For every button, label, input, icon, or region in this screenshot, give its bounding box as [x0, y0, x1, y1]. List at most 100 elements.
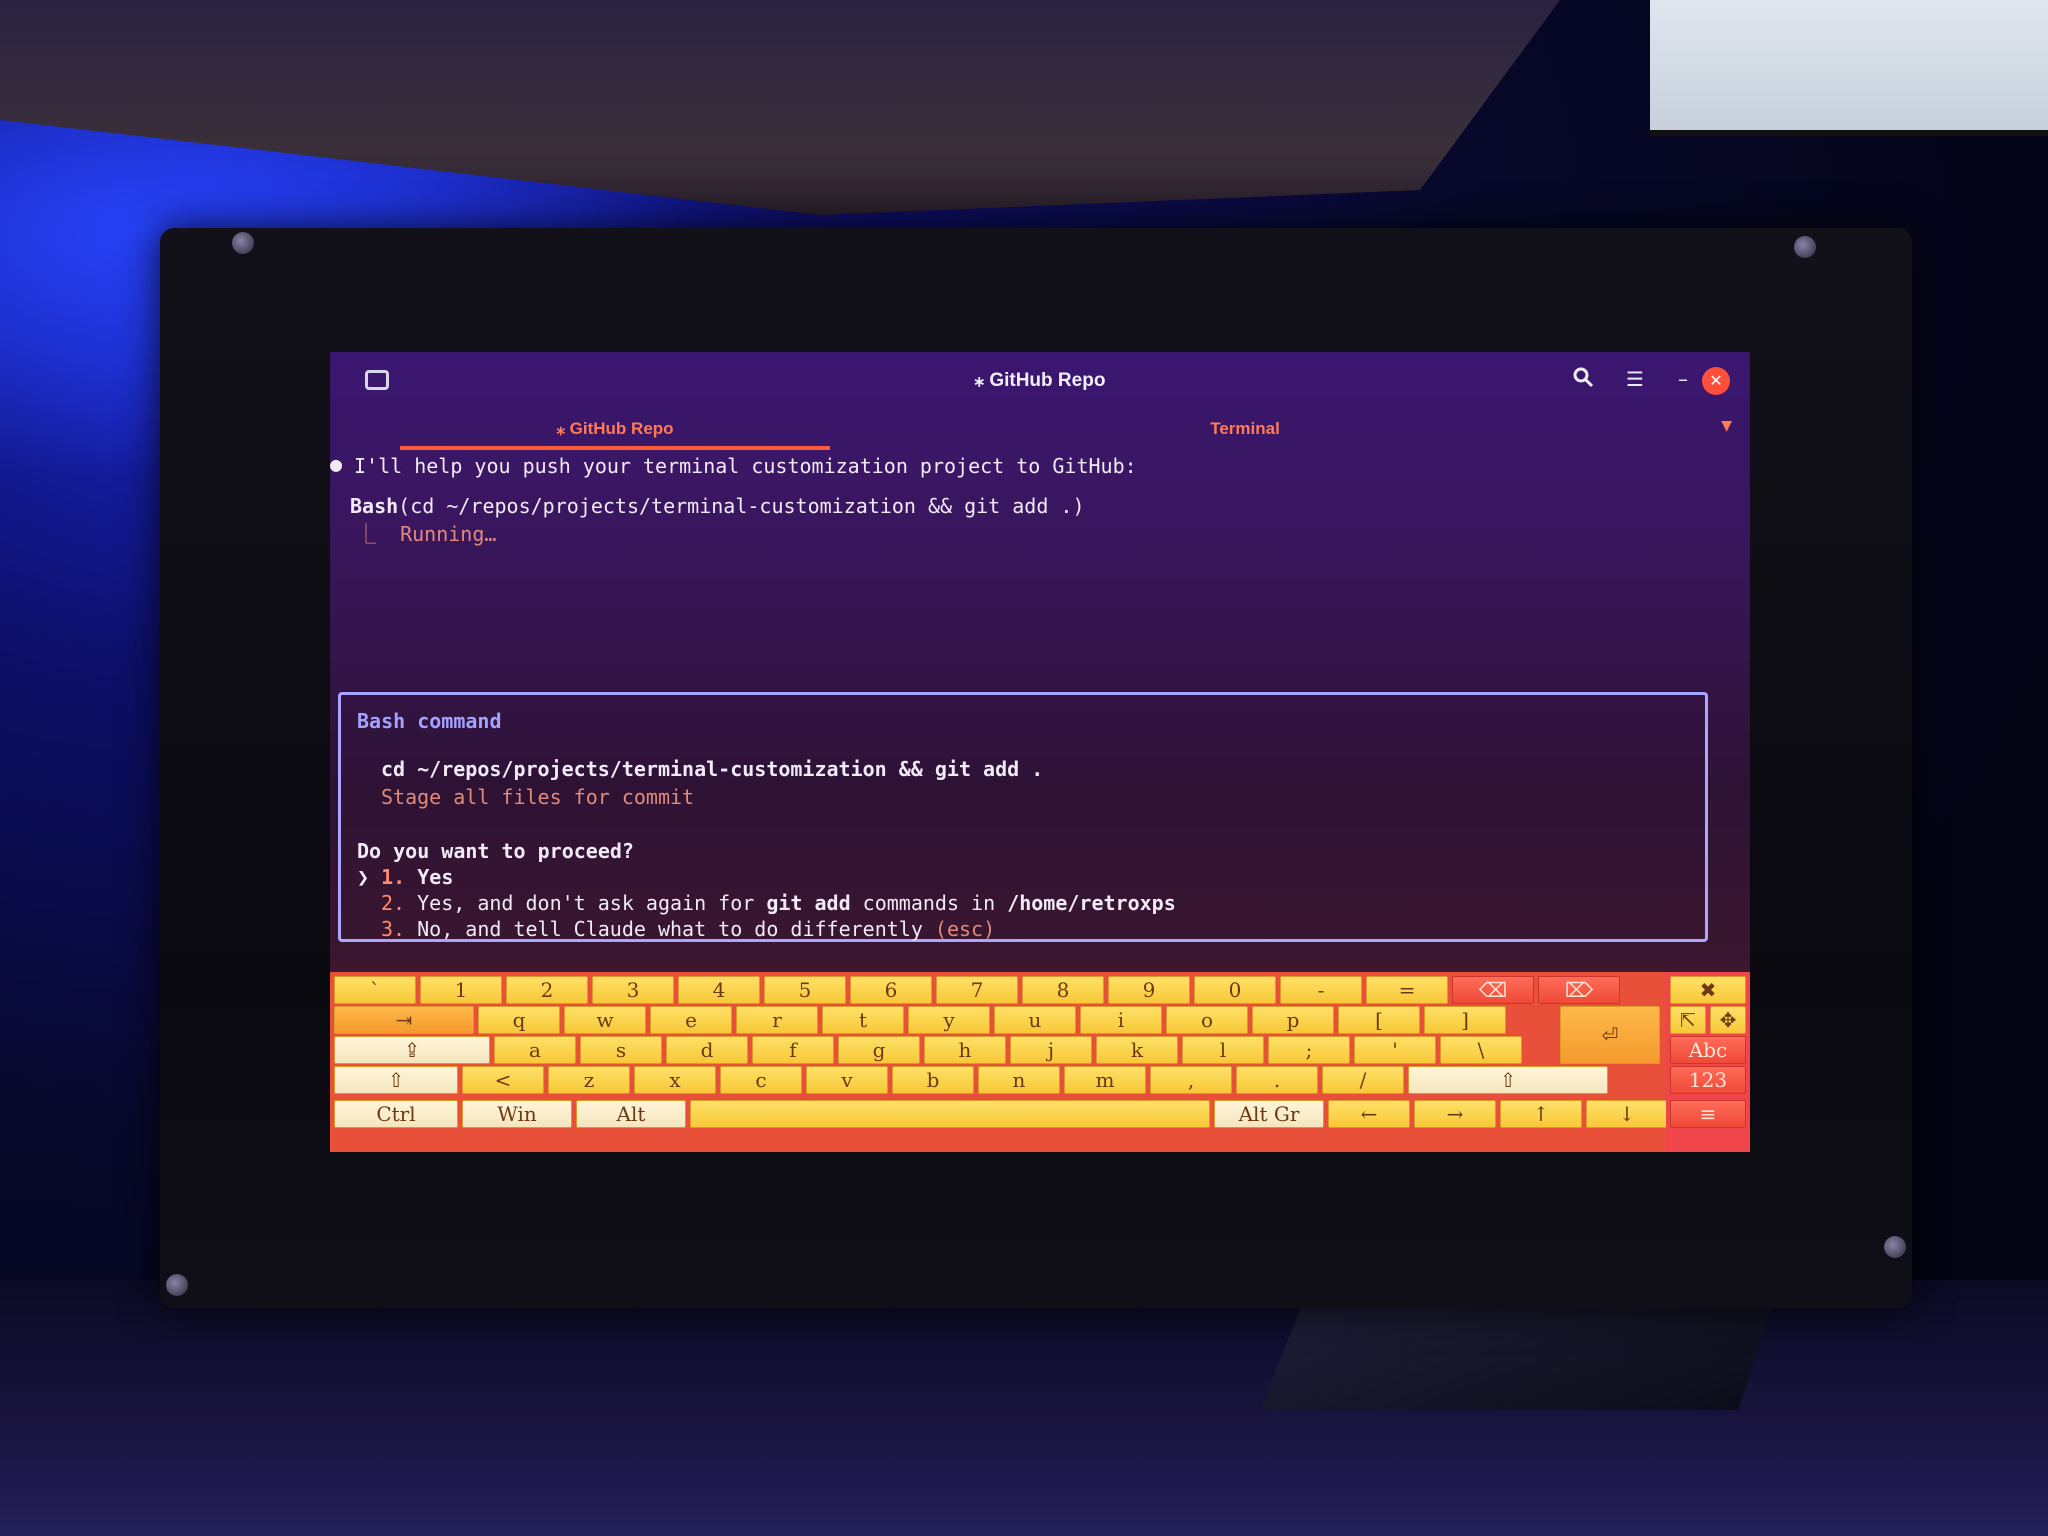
bash-call-prefix: Bash	[350, 494, 399, 518]
keyboard-menu-key[interactable]: ≡	[1670, 1100, 1746, 1128]
alt-gr-key[interactable]: Alt Gr	[1214, 1100, 1324, 1128]
right-arrow-key[interactable]: →	[1414, 1100, 1496, 1128]
slash-key[interactable]: /	[1322, 1066, 1404, 1094]
s-key[interactable]: s	[580, 1036, 662, 1064]
enter-key[interactable]: ⏎	[1560, 1006, 1660, 1064]
title-bar: ⁎ GitHub Repo ☰ – ✕	[330, 352, 1750, 408]
y-key[interactable]: y	[908, 1006, 990, 1034]
minus-key[interactable]: -	[1280, 976, 1362, 1004]
less-than-key[interactable]: <	[462, 1066, 544, 1094]
4-key[interactable]: 4	[678, 976, 760, 1004]
d-key[interactable]: d	[666, 1036, 748, 1064]
tab-terminal[interactable]: Terminal	[1030, 412, 1460, 450]
option-yes[interactable]: ❯ 1. Yes	[357, 865, 453, 889]
space-key[interactable]	[690, 1100, 1210, 1128]
1-key[interactable]: 1	[420, 976, 502, 1004]
right-bracket-key[interactable]: ]	[1424, 1006, 1506, 1034]
7-key[interactable]: 7	[936, 976, 1018, 1004]
left-shift-key[interactable]: ⇧	[334, 1066, 458, 1094]
m-key[interactable]: m	[1064, 1066, 1146, 1094]
left-arrow-key[interactable]: ←	[1328, 1100, 1410, 1128]
screw	[1794, 236, 1816, 258]
v-key[interactable]: v	[806, 1066, 888, 1094]
win-key[interactable]: Win	[462, 1100, 572, 1128]
k-key[interactable]: k	[1096, 1036, 1178, 1064]
e-key[interactable]: e	[650, 1006, 732, 1034]
dialog-question: Do you want to proceed?	[357, 839, 634, 863]
semicolon-key[interactable]: ;	[1268, 1036, 1350, 1064]
c-key[interactable]: c	[720, 1066, 802, 1094]
search-icon[interactable]	[1570, 366, 1596, 392]
l-key[interactable]: l	[1182, 1036, 1264, 1064]
h-key[interactable]: h	[924, 1036, 1006, 1064]
q-key[interactable]: q	[478, 1006, 560, 1034]
abc-key[interactable]: Abc	[1670, 1036, 1746, 1064]
screw	[232, 232, 254, 254]
option-yes-dont-ask[interactable]: 2. Yes, and don't ask again for git add …	[381, 891, 1176, 915]
j-key[interactable]: j	[1010, 1036, 1092, 1064]
screw	[1884, 1236, 1906, 1258]
move-key[interactable]: ✥	[1710, 1006, 1746, 1034]
ctrl-key[interactable]: Ctrl	[334, 1100, 458, 1128]
left-bracket-key[interactable]: [	[1338, 1006, 1420, 1034]
comma-key[interactable]: ,	[1150, 1066, 1232, 1094]
selector-icon: ❯	[357, 865, 370, 889]
close-button[interactable]: ✕	[1702, 367, 1730, 395]
equals-key[interactable]: =	[1366, 976, 1448, 1004]
keyboard-close-key[interactable]: ✖	[1670, 976, 1746, 1004]
a-key[interactable]: a	[494, 1036, 576, 1064]
bash-call-args: (cd ~/repos/projects/terminal-customizat…	[398, 494, 1085, 518]
f-key[interactable]: f	[752, 1036, 834, 1064]
0-key[interactable]: 0	[1194, 976, 1276, 1004]
backspace-key[interactable]: ⌫	[1452, 976, 1534, 1004]
g-key[interactable]: g	[838, 1036, 920, 1064]
dialog-title: Bash command	[357, 709, 502, 733]
z-key[interactable]: z	[548, 1066, 630, 1094]
t-key[interactable]: t	[822, 1006, 904, 1034]
up-arrow-key[interactable]: ↑	[1500, 1100, 1582, 1128]
6-key[interactable]: 6	[850, 976, 932, 1004]
minimize-icon[interactable]: –	[1670, 366, 1696, 392]
tab-dropdown-icon[interactable]: ▼	[1721, 418, 1732, 434]
3-key[interactable]: 3	[592, 976, 674, 1004]
screw	[166, 1274, 188, 1296]
tab-bar: ⁎ GitHub Repo Terminal	[330, 412, 1750, 450]
background-monitor	[1650, 0, 2048, 136]
r-key[interactable]: r	[736, 1006, 818, 1034]
backslash-key[interactable]: \	[1440, 1036, 1522, 1064]
assistant-message: I'll help you push your terminal customi…	[354, 454, 1137, 478]
screen: ⁎ GitHub Repo ☰ – ✕ ⁎ GitHub Repo Termin…	[330, 352, 1750, 1152]
right-shift-key[interactable]: ⇧	[1408, 1066, 1608, 1094]
option-no[interactable]: 3. No, and tell Claude what to do differ…	[381, 917, 995, 941]
w-key[interactable]: w	[564, 1006, 646, 1034]
caps-lock-key[interactable]: ⇪	[334, 1036, 490, 1064]
down-arrow-key[interactable]: ↓	[1586, 1100, 1668, 1128]
alt-key[interactable]: Alt	[576, 1100, 686, 1128]
o-key[interactable]: o	[1166, 1006, 1248, 1034]
5-key[interactable]: 5	[764, 976, 846, 1004]
pointer-key[interactable]: ⇱	[1670, 1006, 1706, 1034]
backtick-key[interactable]: `	[334, 976, 416, 1004]
i-key[interactable]: i	[1080, 1006, 1162, 1034]
dialog-command-description: Stage all files for commit	[381, 785, 695, 809]
8-key[interactable]: 8	[1022, 976, 1104, 1004]
tab-github-repo[interactable]: ⁎ GitHub Repo	[400, 412, 830, 450]
x-key[interactable]: x	[634, 1066, 716, 1094]
u-key[interactable]: u	[994, 1006, 1076, 1034]
9-key[interactable]: 9	[1108, 976, 1190, 1004]
delete-key[interactable]: ⌦	[1538, 976, 1620, 1004]
numbers-key[interactable]: 123	[1670, 1066, 1746, 1094]
b-key[interactable]: b	[892, 1066, 974, 1094]
n-key[interactable]: n	[978, 1066, 1060, 1094]
p-key[interactable]: p	[1252, 1006, 1334, 1034]
2-key[interactable]: 2	[506, 976, 588, 1004]
window-title: ⁎ GitHub Repo	[974, 370, 1106, 391]
hamburger-menu-icon[interactable]: ☰	[1622, 366, 1648, 392]
period-key[interactable]: .	[1236, 1066, 1318, 1094]
quote-key[interactable]: '	[1354, 1036, 1436, 1064]
tab-key[interactable]: ⇥	[334, 1006, 474, 1034]
dialog-command: cd ~/repos/projects/terminal-customizati…	[381, 757, 1044, 781]
bullet-icon: ●	[330, 452, 343, 476]
bash-call: Bash(cd ~/repos/projects/terminal-custom…	[350, 494, 1085, 518]
on-screen-keyboard: ` 1 2 3 4 5 6 7 8 9 0- = ⌫ ⌦ ⇥ q w e r t y u i o p[] ⇪ a s d f g h j k l; '…	[330, 972, 1750, 1152]
